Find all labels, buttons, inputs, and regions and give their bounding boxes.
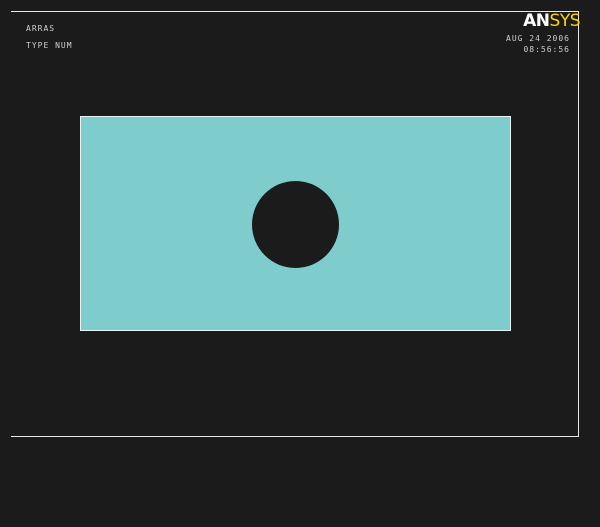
plot-type-label: TYPE NUM (26, 41, 73, 50)
circular-hole (252, 181, 339, 268)
plot-title: ARRAS (26, 24, 56, 33)
plot-date: AUG 24 2006 (506, 34, 570, 43)
logo-part-sys: SYS (549, 11, 581, 31)
logo-part-an: AN (523, 11, 550, 31)
plot-time: 08:56:56 (523, 45, 570, 54)
ansys-logo: ANSYS (523, 12, 580, 30)
graphics-window[interactable]: ARRAS TYPE NUM ANSYS AUG 24 2006 08:56:5… (0, 0, 600, 527)
